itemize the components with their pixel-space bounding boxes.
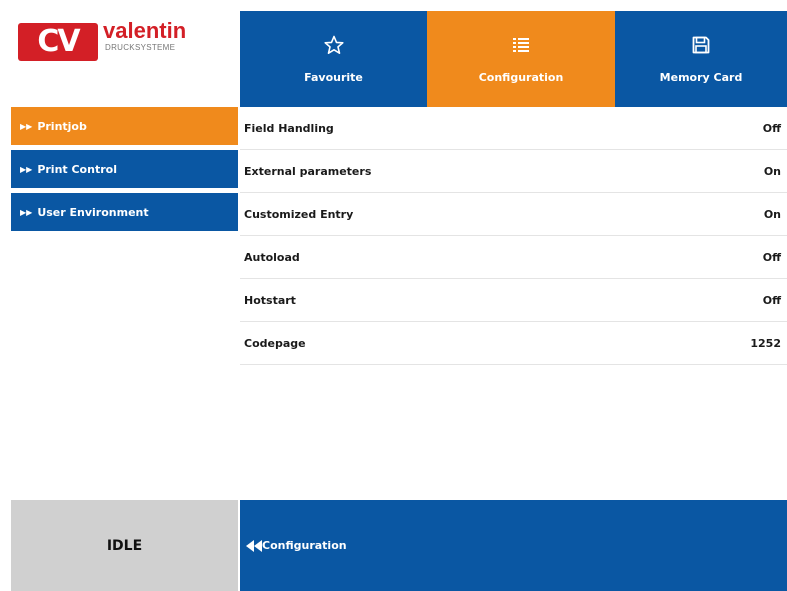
setting-value: Off bbox=[762, 121, 781, 135]
app-frame: CV valentin DRUCKSYSTEME Favourite Confi… bbox=[11, 11, 787, 591]
tab-configuration[interactable]: Configuration bbox=[427, 11, 615, 107]
breadcrumb: Configuration bbox=[240, 500, 787, 591]
setting-name: Autoload bbox=[244, 250, 300, 264]
tab-favourite-label: Favourite bbox=[304, 71, 363, 84]
setting-row-customized-entry[interactable]: Customized Entry On bbox=[240, 193, 787, 236]
setting-value: 1252 bbox=[750, 336, 781, 350]
setting-value: On bbox=[763, 207, 781, 221]
setting-value: On bbox=[763, 164, 781, 178]
settings-list: Field Handling Off External parameters O… bbox=[240, 107, 787, 500]
setting-name: Field Handling bbox=[244, 121, 334, 135]
setting-value: Off bbox=[762, 250, 781, 264]
sidebar: ▶▶ Printjob ▶▶ Print Control ▶▶ User Env… bbox=[11, 107, 238, 500]
back-button-label[interactable]: Configuration bbox=[262, 539, 347, 552]
setting-row-hotstart[interactable]: Hotstart Off bbox=[240, 279, 787, 322]
brand-subtitle: DRUCKSYSTEME bbox=[105, 43, 176, 52]
setting-row-field-handling[interactable]: Field Handling Off bbox=[240, 107, 787, 150]
double-chevron-right-icon: ▶▶ bbox=[20, 121, 33, 131]
double-chevron-left-icon[interactable] bbox=[246, 539, 262, 552]
sidebar-item-label: Print Control bbox=[37, 162, 117, 176]
setting-name: Customized Entry bbox=[244, 207, 354, 221]
sidebar-item-printjob[interactable]: ▶▶ Printjob bbox=[11, 107, 238, 145]
sidebar-item-label: Printjob bbox=[37, 119, 87, 133]
tab-favourite[interactable]: Favourite bbox=[240, 11, 427, 107]
brand-name: valentin bbox=[103, 18, 187, 43]
status-text: IDLE bbox=[106, 537, 143, 554]
setting-name: Hotstart bbox=[244, 293, 296, 307]
star-icon bbox=[240, 35, 427, 57]
double-chevron-right-icon: ▶▶ bbox=[20, 164, 33, 174]
brand-logo: CV valentin DRUCKSYSTEME bbox=[11, 11, 238, 107]
tab-memory-card[interactable]: Memory Card bbox=[615, 11, 787, 107]
sidebar-item-label: User Environment bbox=[37, 205, 149, 219]
setting-row-autoload[interactable]: Autoload Off bbox=[240, 236, 787, 279]
list-icon bbox=[427, 35, 615, 57]
header: CV valentin DRUCKSYSTEME Favourite Confi… bbox=[11, 11, 787, 107]
memory-card-icon bbox=[615, 35, 787, 57]
setting-value: Off bbox=[762, 293, 781, 307]
status-indicator: IDLE bbox=[11, 500, 238, 591]
setting-name: External parameters bbox=[244, 164, 372, 178]
sidebar-item-print-control[interactable]: ▶▶ Print Control bbox=[11, 150, 238, 188]
sidebar-item-user-environment[interactable]: ▶▶ User Environment bbox=[11, 193, 238, 231]
setting-row-external-parameters[interactable]: External parameters On bbox=[240, 150, 787, 193]
logo-mark: CV bbox=[18, 23, 98, 61]
setting-row-codepage[interactable]: Codepage 1252 bbox=[240, 322, 787, 365]
double-chevron-right-icon: ▶▶ bbox=[20, 207, 33, 217]
tab-memory-card-label: Memory Card bbox=[659, 71, 743, 84]
setting-name: Codepage bbox=[244, 336, 306, 350]
tab-configuration-label: Configuration bbox=[478, 71, 564, 84]
